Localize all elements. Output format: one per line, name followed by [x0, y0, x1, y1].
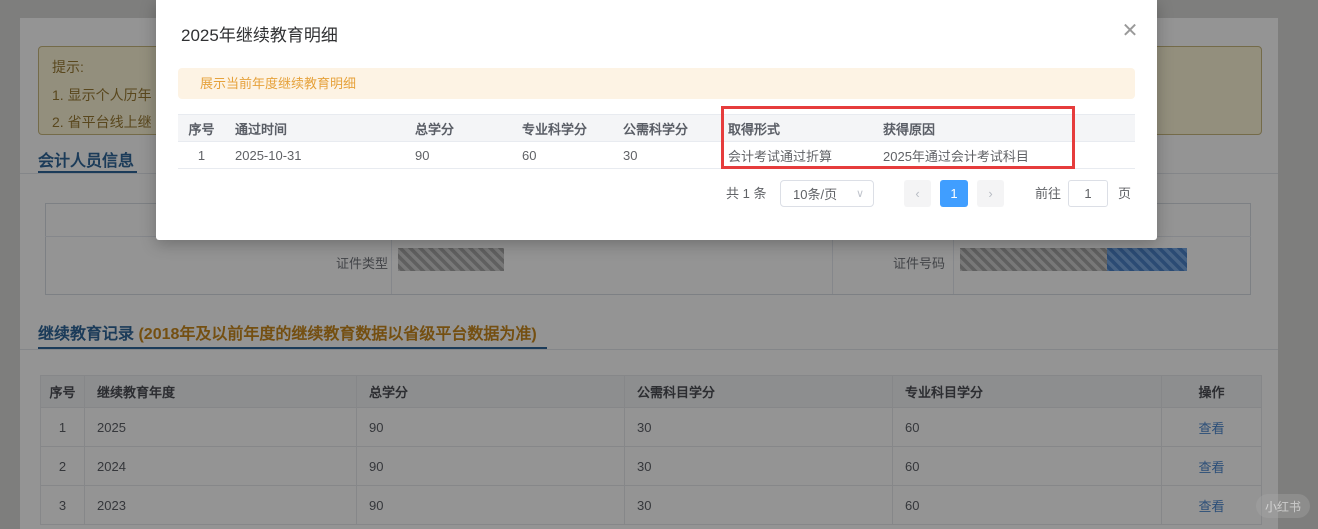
cell-pass-date: 2025-10-31: [225, 142, 405, 169]
prev-page-button[interactable]: ‹: [904, 180, 931, 207]
next-page-button[interactable]: ›: [977, 180, 1004, 207]
cell-acquire-method: 会计考试通过折算: [718, 142, 873, 169]
col-header-acquire-method: 取得形式: [718, 115, 873, 142]
table-row: 1 2025-10-31 90 60 30 会计考试通过折算 2025年通过会计…: [178, 142, 1135, 169]
arrow-left-icon: ‹: [915, 186, 919, 201]
xiaohongshu-watermark: 小红书: [1256, 494, 1310, 518]
col-header-no: 序号: [178, 115, 225, 142]
ce-detail-header-row: 序号 通过时间 总学分 专业科学分 公需科学分 取得形式 获得原因: [178, 115, 1135, 142]
close-icon[interactable]: ✕: [1116, 16, 1144, 44]
col-header-total-credits: 总学分: [405, 115, 512, 142]
pagination-total: 共 1 条: [726, 180, 766, 207]
ce-detail-modal: 2025年继续教育明细 ✕ 展示当前年度继续教育明细 序号 通过时间 总学分 专…: [156, 0, 1157, 240]
screenshot-root: 提示: 1. 显示个人历年 2. 省平台线上继 会计人员信息 证件类型 证件号码…: [0, 0, 1318, 529]
cell-no: 1: [178, 142, 225, 169]
page-size-select[interactable]: 10条/页 ∨: [780, 180, 874, 207]
arrow-right-icon: ›: [988, 186, 992, 201]
goto-unit-label: 页: [1118, 180, 1131, 207]
cell-total: 90: [405, 142, 512, 169]
ce-detail-table: 序号 通过时间 总学分 专业科学分 公需科学分 取得形式 获得原因 1 2025…: [178, 114, 1135, 169]
cell-public: 30: [613, 142, 718, 169]
goto-page-input[interactable]: [1068, 180, 1108, 207]
modal-notice-banner: 展示当前年度继续教育明细: [178, 68, 1135, 99]
chevron-down-icon: ∨: [856, 181, 864, 208]
col-header-acquire-reason: 获得原因: [873, 115, 1135, 142]
modal-title: 2025年继续教育明细: [181, 21, 338, 46]
col-header-professional-credits: 专业科学分: [512, 115, 613, 142]
page-number-1[interactable]: 1: [940, 180, 968, 207]
page-size-value: 10条/页: [793, 187, 837, 202]
cell-professional: 60: [512, 142, 613, 169]
col-header-public-credits: 公需科学分: [613, 115, 718, 142]
col-header-pass-date: 通过时间: [225, 115, 405, 142]
goto-label: 前往: [1035, 180, 1061, 207]
cell-acquire-reason: 2025年通过会计考试科目: [873, 142, 1135, 169]
